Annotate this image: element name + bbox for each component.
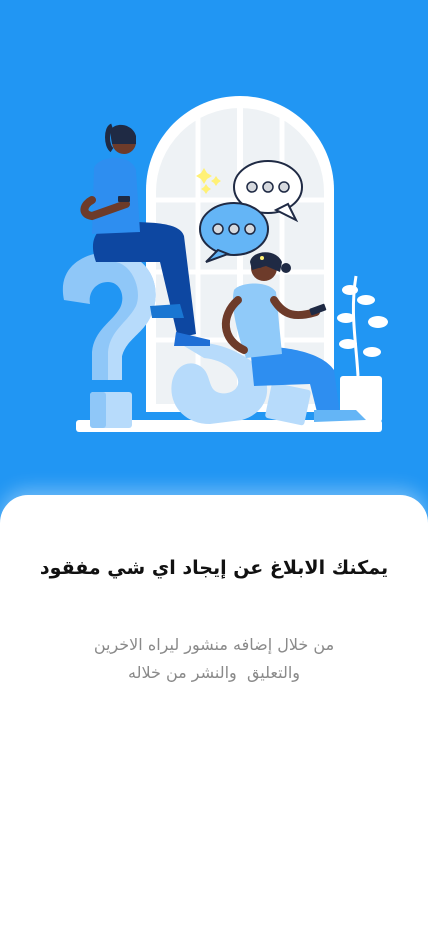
onboarding-screen: يمكنك الابلاغ عن إيجاد اي شي مفقود من خل…	[0, 0, 428, 926]
plant-icon	[337, 275, 388, 422]
onboarding-description: من خلال إضافه منشور ليراه الاخرين والتعل…	[40, 631, 388, 687]
onboarding-description-line-1: من خلال إضافه منشور ليراه الاخرين	[93, 635, 335, 654]
onboarding-description-line-2: والتعليق والنشر من خلاله	[127, 663, 301, 682]
question-mark-icon	[62, 251, 156, 428]
onboarding-illustration	[62, 96, 388, 432]
onboarding-title: يمكنك الابلاغ عن إيجاد اي شي مفقود	[39, 557, 389, 579]
hero-section	[0, 0, 428, 500]
onboarding-card: يمكنك الابلاغ عن إيجاد اي شي مفقود من خل…	[0, 495, 428, 926]
